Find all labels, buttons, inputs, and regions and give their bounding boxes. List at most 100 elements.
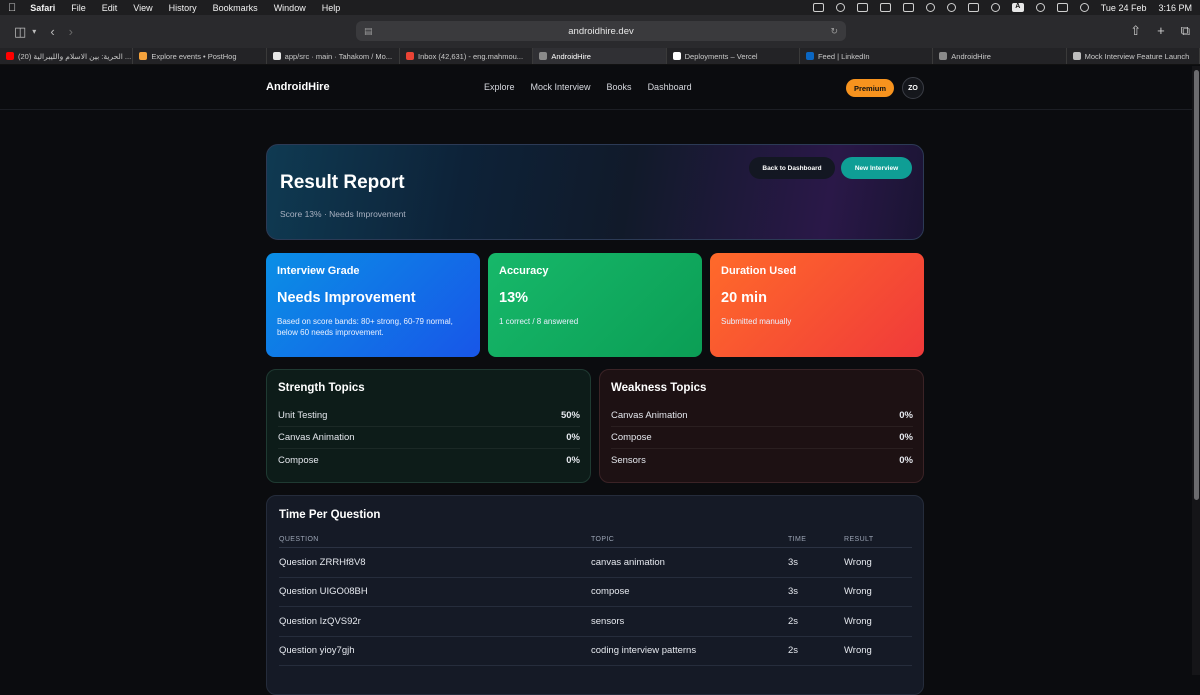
- result-hero: Result Report Score 13% · Needs Improvem…: [266, 144, 924, 240]
- panel-title: Weakness Topics: [611, 382, 707, 394]
- new-interview-button[interactable]: New Interview: [841, 157, 912, 179]
- nav-link-mock-interview[interactable]: Mock Interview: [531, 82, 591, 92]
- siri-icon[interactable]: [1079, 3, 1089, 12]
- menubar-status-area: A Tue 24 Feb 3:16 PM: [812, 3, 1192, 13]
- strength-topics-panel: Strength Topics Unit Testing 50% Canvas A…: [266, 369, 591, 483]
- card-note: 1 correct / 8 answered: [499, 317, 579, 326]
- weakness-topics-panel: Weakness Topics Canvas Animation 0% Compo…: [599, 369, 924, 483]
- tab-label: AndroidHire: [551, 51, 591, 61]
- card-title: Duration Used: [721, 265, 797, 277]
- cell-question: Question IzQVS92r: [279, 615, 361, 627]
- table-row: Question yioy7gjh coding interview patte…: [279, 637, 912, 666]
- page-scrollbar[interactable]: [1192, 66, 1200, 675]
- battery-icon[interactable]: [967, 3, 979, 12]
- cell-topic: canvas animation: [591, 556, 665, 568]
- card-value: Needs Improvement: [277, 290, 416, 306]
- sidebar-toggle-icon[interactable]: ◫: [14, 24, 26, 40]
- browser-toolbar: ◫ ▾ ‹ › ▤ androidhire.dev ↻ ⇧ + ⧉: [0, 15, 1200, 48]
- topic-row: Compose 0%: [611, 427, 913, 449]
- topic-name: Compose: [278, 454, 319, 466]
- topic-name: Sensors: [611, 454, 646, 466]
- cell-topic: compose: [591, 586, 630, 598]
- browser-tab[interactable]: Deployments – Vercel: [667, 48, 800, 64]
- nav-link-explore[interactable]: Explore: [484, 82, 515, 92]
- cell-time: 3s: [788, 556, 799, 568]
- panel-title: Strength Topics: [278, 382, 365, 394]
- volume-icon[interactable]: [902, 3, 914, 12]
- user-avatar[interactable]: ZO: [902, 77, 924, 99]
- menubar-item-history[interactable]: History: [169, 3, 197, 13]
- share-icon[interactable]: ⇧: [1130, 23, 1141, 39]
- nav-link-books[interactable]: Books: [607, 82, 632, 92]
- sidebar-menu-chevron-icon[interactable]: ▾: [32, 27, 36, 36]
- browser-tab[interactable]: AndroidHire: [533, 48, 667, 64]
- table-row: Question UIGO08BH compose 3s Wrong: [279, 578, 912, 607]
- cell-result: Wrong: [844, 556, 872, 568]
- interview-grade-card: Interview Grade Needs Improvement Based …: [266, 253, 480, 357]
- web-page: AndroidHire Explore Mock Interview Books…: [0, 66, 1192, 695]
- apple-menu-icon[interactable]: : [8, 2, 16, 14]
- reload-icon[interactable]: ↻: [830, 26, 838, 37]
- topic-percent: 0%: [566, 454, 580, 466]
- input-source-icon[interactable]: A: [1011, 3, 1024, 12]
- weakness-topic-list: Canvas Animation 0% Compose 0% Sensors 0%: [611, 405, 913, 471]
- browser-tab[interactable]: AndroidHire: [933, 48, 1067, 64]
- tab-label: Inbox (42,631) - eng.mahmou...: [417, 51, 524, 61]
- brand-logo[interactable]: AndroidHire: [266, 81, 330, 93]
- tab-label: AndroidHire: [951, 51, 991, 61]
- browser-tab[interactable]: (20) الحرية: بين الاسلام والليبرالية ...: [0, 48, 134, 64]
- spotlight-search-icon[interactable]: [1035, 3, 1045, 12]
- topic-percent: 0%: [899, 432, 913, 443]
- macos-menubar:  Safari File Edit View History Bookmark…: [0, 0, 1200, 15]
- topic-percent: 0%: [899, 410, 913, 421]
- scrollbar-thumb[interactable]: [1194, 70, 1199, 500]
- browser-tab[interactable]: Inbox (42,631) - eng.mahmou...: [400, 48, 534, 64]
- cell-question: Question UIGO08BH: [279, 586, 368, 598]
- page-settings-icon[interactable]: ▤: [364, 26, 373, 37]
- card-title: Accuracy: [499, 265, 549, 277]
- tab-overview-icon[interactable]: ⧉: [1181, 23, 1190, 39]
- menubar-item-window[interactable]: Window: [274, 3, 306, 13]
- package-status-icon[interactable]: [879, 3, 891, 12]
- address-bar[interactable]: ▤ androidhire.dev ↻: [356, 21, 846, 41]
- menubar-item-view[interactable]: View: [133, 3, 152, 13]
- record-status-icon[interactable]: [835, 3, 845, 12]
- play-status-icon[interactable]: [946, 3, 956, 12]
- browser-tab[interactable]: Explore events • PostHog: [133, 48, 267, 64]
- back-icon[interactable]: ‹: [50, 24, 54, 39]
- tab-label: Explore events • PostHog: [151, 51, 237, 61]
- menubar-item-edit[interactable]: Edit: [102, 3, 118, 13]
- new-tab-icon[interactable]: +: [1157, 23, 1165, 39]
- nav-links: Explore Mock Interview Books Dashboard: [484, 82, 692, 92]
- display-status-icon[interactable]: [856, 3, 868, 12]
- translate-status-icon[interactable]: [812, 3, 824, 12]
- tab-favicon-icon: [939, 52, 948, 60]
- browser-tab[interactable]: Feed | LinkedIn: [800, 48, 934, 64]
- tab-label: Mock Interview Feature Launch: [1084, 51, 1190, 61]
- menubar-time[interactable]: 3:16 PM: [1158, 3, 1192, 13]
- control-center-icon[interactable]: [1056, 3, 1068, 12]
- menubar-item-file[interactable]: File: [71, 3, 86, 13]
- bluetooth-icon[interactable]: [925, 3, 935, 12]
- strength-topic-list: Unit Testing 50% Canvas Animation 0% Compo…: [278, 405, 580, 471]
- tab-favicon-icon: [1072, 52, 1081, 60]
- menubar-app-name[interactable]: Safari: [30, 3, 55, 13]
- address-url: androidhire.dev: [568, 25, 634, 37]
- menubar-item-bookmarks[interactable]: Bookmarks: [213, 3, 258, 13]
- table-row: Question IzQVS92r sensors 2s Wrong: [279, 607, 912, 637]
- topic-name: Canvas Animation: [611, 410, 688, 421]
- forward-icon[interactable]: ›: [69, 24, 73, 39]
- menubar-item-help[interactable]: Help: [322, 3, 341, 13]
- back-to-dashboard-button[interactable]: Back to Dashboard: [749, 157, 835, 179]
- browser-tab[interactable]: app/src · main · Tahakom / Mo...: [267, 48, 400, 64]
- card-value: 20 min: [721, 290, 767, 306]
- browser-tab[interactable]: Mock Interview Feature Launch: [1067, 48, 1200, 64]
- nav-link-dashboard[interactable]: Dashboard: [648, 82, 692, 92]
- tab-bar: (20) الحرية: بين الاسلام والليبرالية ...…: [0, 48, 1200, 65]
- card-note: Submitted manually: [721, 317, 792, 326]
- wifi-icon[interactable]: [990, 3, 1000, 12]
- tab-favicon-icon: [539, 52, 548, 60]
- menubar-date[interactable]: Tue 24 Feb: [1101, 3, 1147, 13]
- premium-button[interactable]: Premium: [846, 79, 894, 97]
- topic-row: Sensors 0%: [611, 449, 913, 471]
